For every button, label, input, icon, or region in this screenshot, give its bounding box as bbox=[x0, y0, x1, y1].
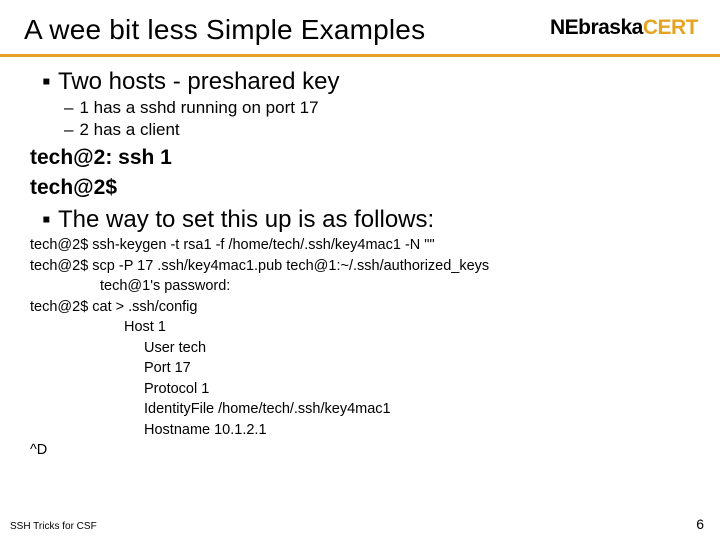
code-line-ctrl-d: ^D bbox=[24, 441, 696, 460]
logo: NEbraskaCERT bbox=[550, 16, 698, 40]
slide-content: ▪Two hosts - preshared key –1 has a sshd… bbox=[24, 68, 696, 460]
code-line: Protocol 1 bbox=[24, 380, 696, 399]
logo-part1: NEbraska bbox=[550, 16, 643, 39]
footer-left: SSH Tricks for CSF bbox=[10, 521, 97, 532]
code-line: Host 1 bbox=[24, 318, 696, 337]
logo-part2: CERT bbox=[643, 16, 698, 39]
bullet-marker-icon: ▪ bbox=[42, 206, 52, 234]
command-prompt: tech@2$ bbox=[24, 176, 696, 200]
dash-icon: – bbox=[64, 98, 73, 117]
sub-bullet-text: 2 has a client bbox=[79, 120, 179, 139]
command-ssh: tech@2: ssh 1 bbox=[24, 146, 696, 170]
page-number: 6 bbox=[696, 516, 704, 532]
title-underline bbox=[0, 54, 720, 57]
code-line: IdentityFile /home/tech/.ssh/key4mac1 bbox=[24, 400, 696, 419]
dash-icon: – bbox=[64, 120, 73, 139]
bullet-marker-icon: ▪ bbox=[42, 68, 52, 96]
code-line: User tech bbox=[24, 339, 696, 358]
code-line: tech@1's password: bbox=[24, 277, 696, 296]
code-line: tech@2$ cat > .ssh/config bbox=[24, 298, 696, 317]
sub-bullet-client: –2 has a client bbox=[24, 120, 696, 140]
bullet-two-hosts: ▪Two hosts - preshared key bbox=[24, 68, 696, 96]
code-line: tech@2$ scp -P 17 .ssh/key4mac1.pub tech… bbox=[24, 257, 696, 276]
slide: A wee bit less Simple Examples NEbraskaC… bbox=[0, 0, 720, 540]
bullet-text: Two hosts - preshared key bbox=[58, 68, 339, 95]
code-line: tech@2$ ssh-keygen -t rsa1 -f /home/tech… bbox=[24, 236, 696, 255]
code-line: Port 17 bbox=[24, 359, 696, 378]
bullet-setup: ▪The way to set this up is as follows: bbox=[24, 206, 696, 234]
code-line: Hostname 10.1.2.1 bbox=[24, 421, 696, 440]
sub-bullet-text: 1 has a sshd running on port 17 bbox=[79, 98, 318, 117]
sub-bullet-sshd: –1 has a sshd running on port 17 bbox=[24, 98, 696, 118]
bullet-text: The way to set this up is as follows: bbox=[58, 206, 434, 233]
